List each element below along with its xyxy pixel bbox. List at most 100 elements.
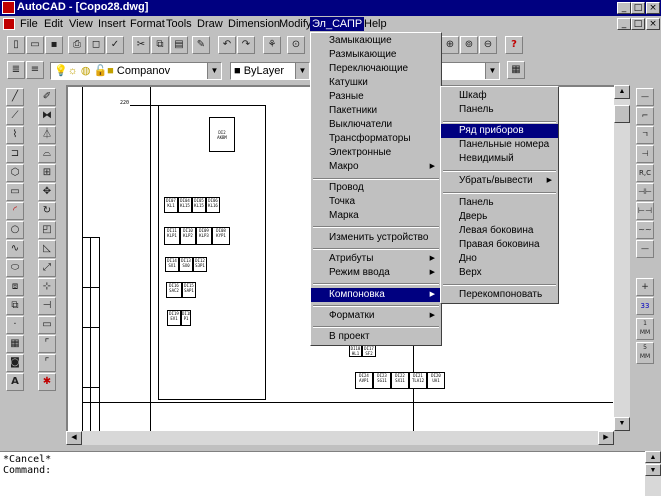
scroll-right-icon[interactable]: ▶: [598, 431, 614, 445]
device-block[interactable]: DI14 SX1: [165, 257, 179, 272]
lengthen-icon[interactable]: ⤢: [38, 259, 56, 277]
doc-maximize-button[interactable]: □: [631, 18, 645, 30]
zoom-window-icon[interactable]: ⊕: [441, 36, 459, 54]
cut-icon[interactable]: ✂: [132, 36, 150, 54]
cmd-scroll-up-icon[interactable]: ▲: [645, 451, 661, 463]
menu-item-paketniki[interactable]: Пакетники: [311, 104, 441, 118]
explode-icon[interactable]: ✱: [38, 373, 56, 391]
doc-minimize-button[interactable]: _: [617, 18, 631, 30]
submenu-item-panel[interactable]: Панель: [441, 103, 558, 117]
submenu-item-ryad-priborov[interactable]: Ряд приборов: [441, 124, 558, 138]
color-combo[interactable]: ■ ByLayer ▼: [230, 62, 310, 80]
menu-help[interactable]: Help: [362, 17, 389, 31]
match-properties-icon[interactable]: ✎: [192, 36, 210, 54]
submenu-item-panelnye-nomera[interactable]: Панельные номера: [441, 138, 558, 152]
tool-33-icon[interactable]: 33: [636, 297, 654, 315]
lineweight-combo[interactable]: ▼: [440, 62, 500, 80]
tool-plus-icon[interactable]: +: [636, 278, 654, 296]
preview-icon[interactable]: ◻: [87, 36, 105, 54]
menu-item-provod[interactable]: Провод: [311, 181, 441, 195]
submenu-item-dver[interactable]: Дверь: [441, 210, 558, 224]
minimize-button[interactable]: _: [617, 2, 631, 14]
undo-icon[interactable]: ↶: [218, 36, 236, 54]
device-block[interactable]: DI10 KLP2: [180, 227, 196, 245]
menu-item-zamykayushchie[interactable]: Замыкающие: [311, 34, 441, 48]
submenu-item-nevidimyy[interactable]: Невидимый: [441, 152, 558, 166]
menu-item-tochka[interactable]: Точка: [311, 195, 441, 209]
help-icon[interactable]: ?: [505, 36, 523, 54]
arc-icon[interactable]: ◜: [6, 202, 24, 220]
device-block[interactable]: DI2 AKBM: [209, 117, 235, 152]
device-block[interactable]: DI19 EV1: [167, 310, 181, 326]
device-block[interactable]: DI09 KLP3: [196, 227, 212, 245]
menu-item-v-proekt[interactable]: В проект: [311, 330, 441, 344]
device-block[interactable]: DI04 KL15: [178, 197, 192, 213]
copy-object-icon[interactable]: ⧓: [38, 107, 56, 125]
command-scrollbar[interactable]: ▲ ▼: [645, 451, 661, 496]
device-block[interactable]: DI07 KL1: [164, 197, 178, 213]
move-icon[interactable]: ✥: [38, 183, 56, 201]
device-block[interactable]: DI16 SAC2: [166, 282, 182, 298]
horizontal-scrollbar[interactable]: ◀ ▶: [66, 431, 614, 445]
color-dropdown-arrow-icon[interactable]: ▼: [295, 63, 309, 79]
document-icon[interactable]: [3, 18, 15, 30]
menu-item-elektronnye[interactable]: Электронные: [311, 146, 441, 160]
menu-item-komponovka[interactable]: Компоновка ▶: [311, 288, 441, 302]
spell-icon[interactable]: ✓: [106, 36, 124, 54]
menu-tools[interactable]: Tools: [164, 17, 194, 31]
menu-item-vyklyuchateli[interactable]: Выключатели: [311, 118, 441, 132]
device-block[interactable]: DI18 P1: [181, 310, 191, 326]
erase-icon[interactable]: ✐: [38, 88, 56, 106]
submenu-item-shkaf[interactable]: Шкаф: [441, 89, 558, 103]
menu-el-sapr[interactable]: Эл_САПР: [310, 17, 365, 31]
menu-item-raznye[interactable]: Разные: [311, 90, 441, 104]
submenu-item-ubrat-vyvesti[interactable]: Убрать/вывести ▶: [441, 174, 558, 188]
menu-item-pereklyuchayushchie[interactable]: Переключающие: [311, 62, 441, 76]
chamfer-icon[interactable]: ⌜: [38, 335, 56, 353]
copy-icon[interactable]: ⧉: [151, 36, 169, 54]
zoom-realtime-icon[interactable]: ⊚: [460, 36, 478, 54]
trim-icon[interactable]: ⊹: [38, 278, 56, 296]
command-window[interactable]: *Cancel* Command:: [0, 451, 645, 496]
rotate-icon[interactable]: ↻: [38, 202, 56, 220]
menu-format[interactable]: Format: [128, 17, 167, 31]
layer-combo[interactable]: 💡☼ ◍ 🔓■ Companov ▼: [50, 62, 222, 80]
device-block[interactable]: DI11 KLP1: [164, 227, 180, 245]
paste-icon[interactable]: ▤: [170, 36, 188, 54]
break-icon[interactable]: ▭: [38, 316, 56, 334]
hexagon-icon[interactable]: ⬡: [6, 164, 24, 182]
menu-item-transformatory[interactable]: Трансформаторы: [311, 132, 441, 146]
menu-insert[interactable]: Insert: [96, 17, 128, 31]
tool-rc-icon[interactable]: R,C: [636, 164, 654, 182]
device-block[interactable]: DI24 AVP1: [355, 372, 373, 389]
insert-block-icon[interactable]: ⧈: [6, 278, 24, 296]
menu-item-formatki[interactable]: Форматки ▶: [311, 309, 441, 323]
device-block[interactable]: DI12 S3P1: [193, 257, 207, 272]
tool-4-icon[interactable]: ⊣: [636, 145, 654, 163]
tool-8-icon[interactable]: ~~: [636, 221, 654, 239]
submenu-item-dno[interactable]: Дно: [441, 252, 558, 266]
polyline-icon[interactable]: ⌇: [6, 126, 24, 144]
stretch-icon[interactable]: ◺: [38, 240, 56, 258]
offset-icon[interactable]: ⌓: [38, 145, 56, 163]
make-block-icon[interactable]: ⧉: [6, 297, 24, 315]
fillet-icon[interactable]: ⌜: [38, 354, 56, 372]
submenu-item-perekomponovat[interactable]: Перекомпоновать: [441, 288, 558, 302]
command-prompt[interactable]: Command:: [3, 465, 642, 476]
device-block[interactable]: DI15 SAP1: [182, 282, 196, 298]
layers-icon[interactable]: ≣: [7, 61, 25, 79]
cmd-scroll-down-icon[interactable]: ▼: [645, 464, 661, 476]
make-current-layer-icon[interactable]: ≡: [26, 61, 44, 79]
device-block[interactable]: DI20 UA1: [427, 372, 445, 389]
device-block[interactable]: DI21 TLA12: [409, 372, 427, 389]
tool-5mm-icon[interactable]: 5 MM: [636, 342, 654, 364]
menu-view[interactable]: View: [67, 17, 95, 31]
menu-item-atributy[interactable]: Атрибуты ▶: [311, 252, 441, 266]
doc-close-button[interactable]: ×: [646, 18, 660, 30]
ellipse-icon[interactable]: ⬭: [6, 259, 24, 277]
close-button[interactable]: ×: [646, 2, 660, 14]
new-icon[interactable]: ▯: [7, 36, 25, 54]
menu-edit[interactable]: Edit: [42, 17, 65, 31]
device-block[interactable]: DI22 SX11: [391, 372, 409, 389]
snap-icon[interactable]: ⊙: [287, 36, 305, 54]
